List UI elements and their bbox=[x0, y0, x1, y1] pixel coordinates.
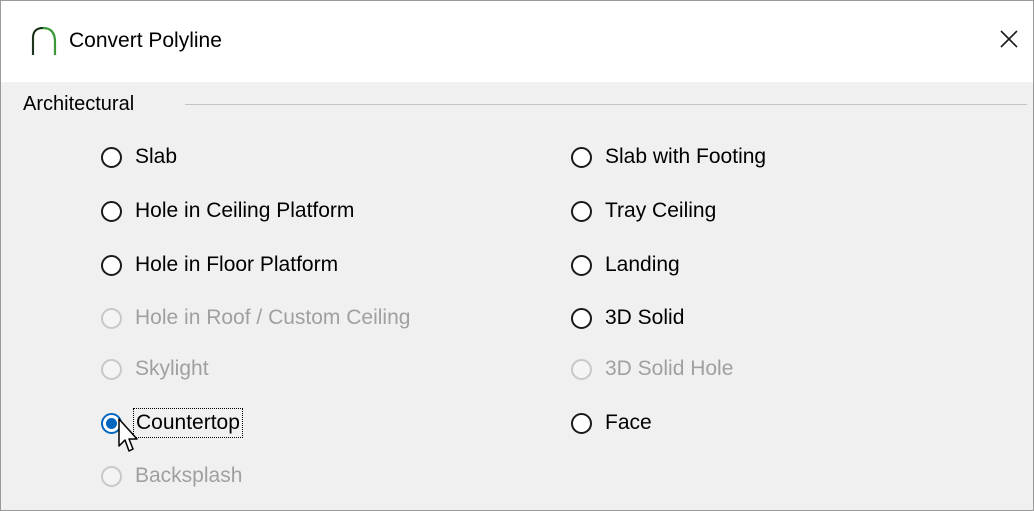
title-bar: Convert Polyline bbox=[1, 1, 1033, 82]
radio-circle[interactable] bbox=[571, 307, 592, 329]
close-icon bbox=[1000, 30, 1018, 48]
radio-label: 3D Solid bbox=[605, 306, 685, 329]
radio-countertop[interactable]: Countertop bbox=[101, 408, 243, 438]
radio-circle[interactable] bbox=[571, 412, 592, 434]
radio-circle[interactable] bbox=[101, 200, 122, 222]
radio-circle[interactable] bbox=[101, 412, 122, 434]
radio-label: Hole in Floor Platform bbox=[135, 253, 339, 276]
radio-label: Slab with Footing bbox=[605, 145, 767, 168]
radio-face[interactable]: Face bbox=[571, 408, 652, 438]
radio-label: Skylight bbox=[135, 357, 209, 380]
radio-label: Landing bbox=[605, 253, 680, 276]
radio-label: Hole in Ceiling Platform bbox=[135, 199, 355, 222]
radio-circle[interactable] bbox=[571, 146, 592, 168]
radio-slab[interactable]: Slab bbox=[101, 142, 177, 172]
architectural-group: Architectural Slab Hole in Ceiling Platf… bbox=[1, 82, 1033, 510]
radio-label: Backsplash bbox=[135, 464, 243, 487]
radio-circle bbox=[571, 358, 592, 380]
radio-tray-ceiling[interactable]: Tray Ceiling bbox=[571, 196, 716, 226]
radio-circle bbox=[101, 358, 122, 380]
radio-skylight: Skylight bbox=[101, 354, 209, 384]
radio-hole-in-ceiling-platform[interactable]: Hole in Ceiling Platform bbox=[101, 196, 354, 226]
radio-landing[interactable]: Landing bbox=[571, 250, 680, 280]
radio-backsplash: Backsplash bbox=[101, 461, 242, 491]
convert-polyline-dialog: Convert Polyline Architectural Slab Hole… bbox=[0, 0, 1034, 511]
radio-slab-with-footing[interactable]: Slab with Footing bbox=[571, 142, 766, 172]
arc-icon bbox=[31, 26, 57, 55]
radio-circle[interactable] bbox=[571, 200, 592, 222]
radio-label: Slab bbox=[135, 145, 178, 168]
radio-circle[interactable] bbox=[101, 254, 122, 276]
radio-circle bbox=[101, 307, 122, 329]
dialog-title: Convert Polyline bbox=[69, 29, 222, 52]
close-button[interactable] bbox=[985, 15, 1033, 63]
radio-hole-in-floor-platform[interactable]: Hole in Floor Platform bbox=[101, 250, 338, 280]
radio-circle bbox=[101, 465, 122, 487]
group-label: Architectural bbox=[23, 93, 135, 115]
radio-label: 3D Solid Hole bbox=[605, 357, 734, 380]
radio-label: Face bbox=[605, 411, 652, 434]
radio-label: Countertop bbox=[133, 408, 243, 438]
radio-circle[interactable] bbox=[571, 254, 592, 276]
radio-circle[interactable] bbox=[101, 146, 122, 168]
radio-hole-in-roof-custom-ceiling: Hole in Roof / Custom Ceiling bbox=[101, 303, 410, 333]
radio-label: Tray Ceiling bbox=[605, 199, 717, 222]
radio-3d-solid-hole: 3D Solid Hole bbox=[571, 354, 733, 384]
radio-label: Hole in Roof / Custom Ceiling bbox=[135, 306, 411, 329]
group-divider bbox=[185, 104, 1027, 105]
radio-3d-solid[interactable]: 3D Solid bbox=[571, 303, 684, 333]
